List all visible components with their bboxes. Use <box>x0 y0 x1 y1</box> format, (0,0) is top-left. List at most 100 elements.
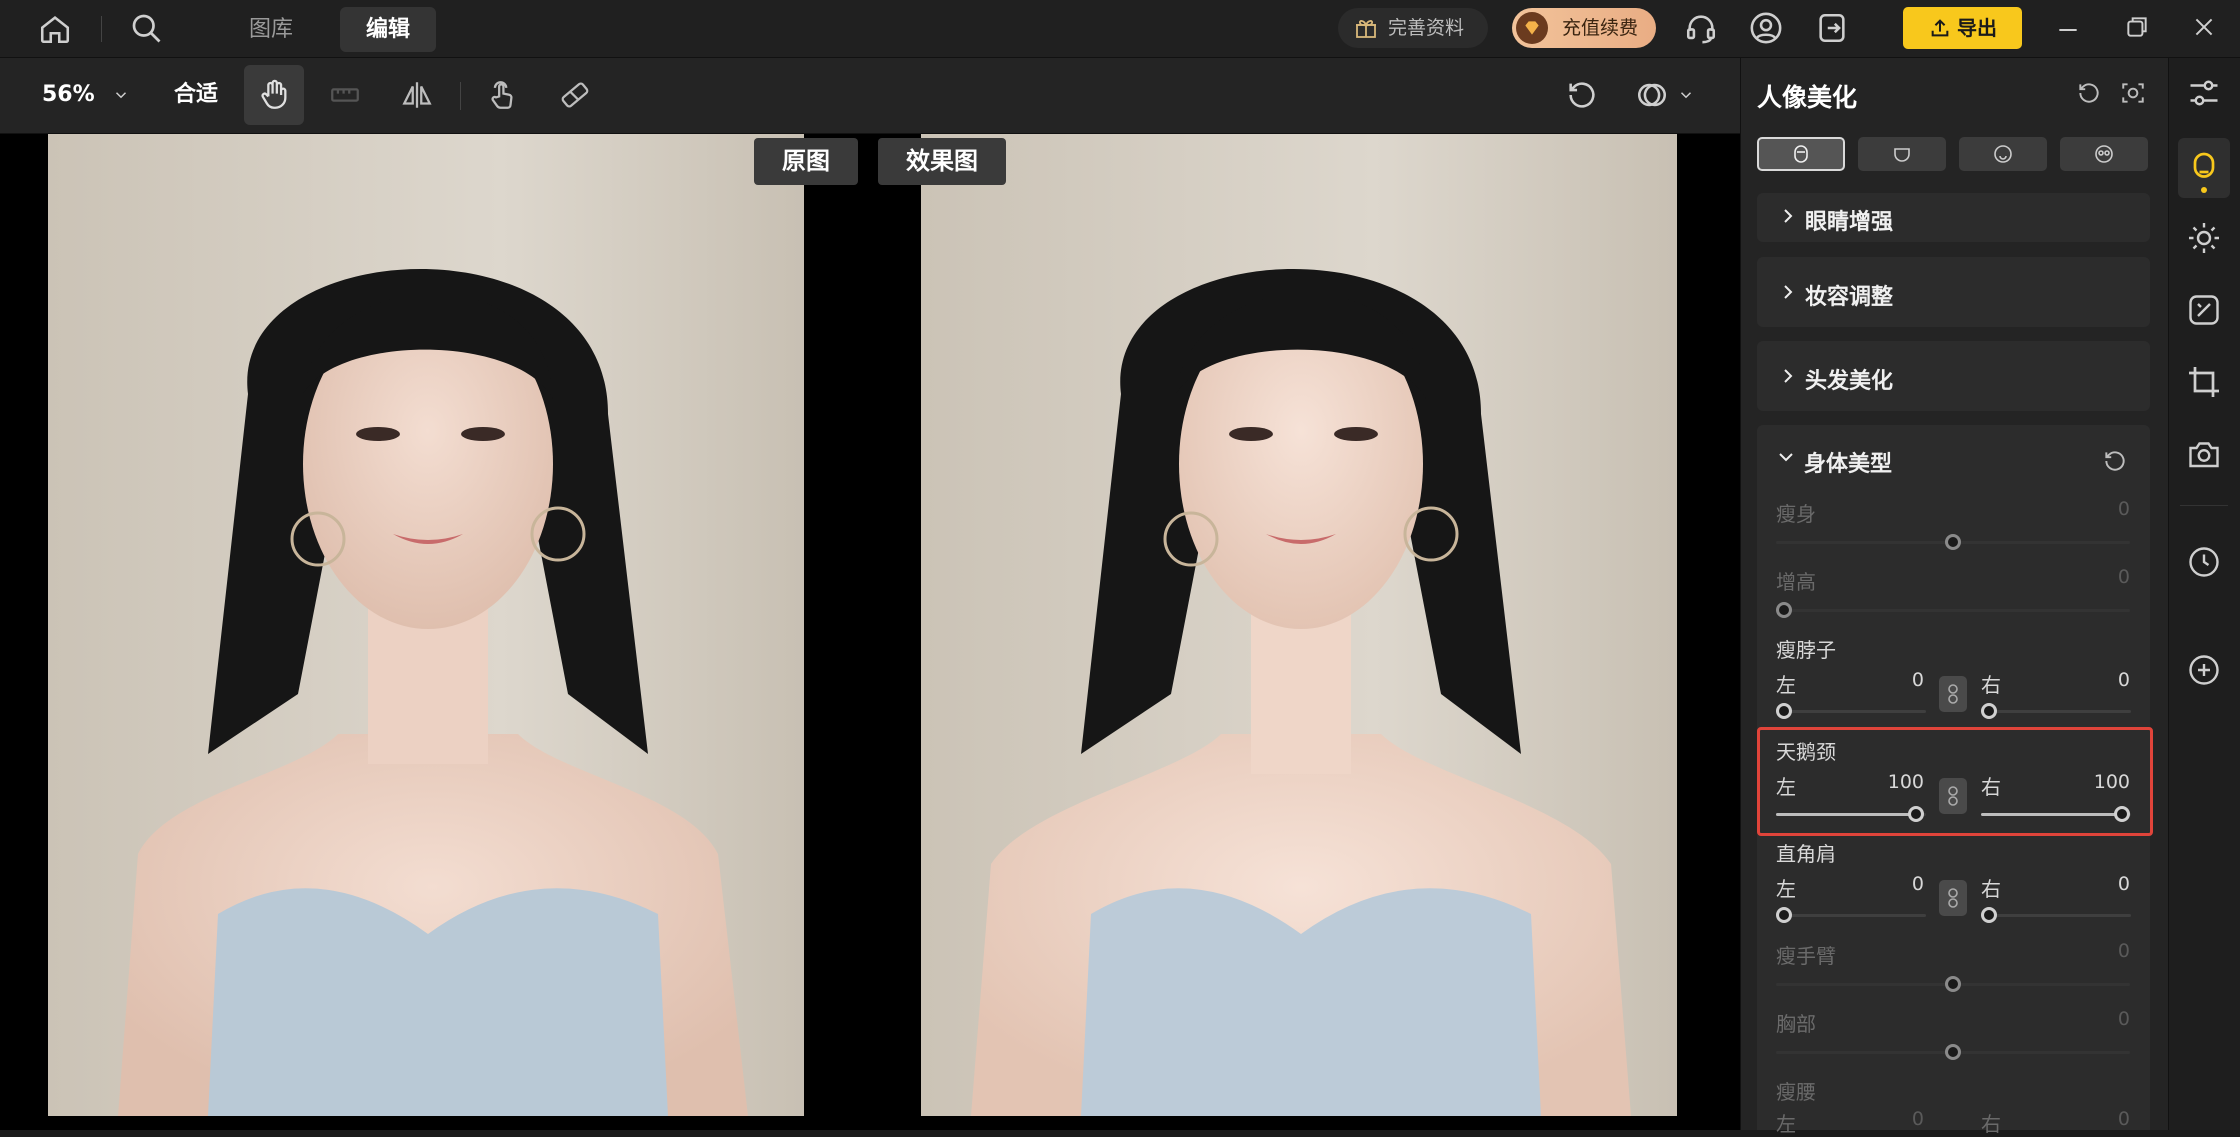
complete-profile-button[interactable]: 完善资料 <box>1338 8 1488 48</box>
heighten-knob[interactable] <box>1776 602 1792 618</box>
link-toggle[interactable] <box>1939 778 1967 814</box>
face-skin-icon <box>1794 145 1808 163</box>
swan-neck-right-knob[interactable] <box>2114 806 2130 822</box>
chevron-down-icon <box>112 86 130 104</box>
flip-button[interactable] <box>387 65 447 125</box>
swan-neck-left-label: 左 <box>1776 775 1796 799</box>
tab-face-skin[interactable] <box>1757 137 1845 171</box>
slim-body-knob[interactable] <box>1945 534 1961 550</box>
heighten-slider[interactable] <box>1776 609 2130 612</box>
body-section-title[interactable]: 身体美型 <box>1804 446 1892 478</box>
section-title: 头发美化 <box>1805 369 1894 394</box>
link-toggle[interactable] <box>1939 676 1967 712</box>
slim-neck-left-slider[interactable] <box>1776 710 1926 713</box>
panel-title: 人像美化 <box>1757 83 1858 112</box>
compare-dropdown[interactable] <box>1625 65 1705 125</box>
divider <box>2180 505 2228 506</box>
swan-neck-left-value: 100 <box>1887 771 1924 793</box>
portrait-face-icon[interactable] <box>2186 148 2222 184</box>
tab-face-shape[interactable] <box>1858 137 1946 171</box>
slim-arm-label: 瘦手臂 <box>1776 944 1836 968</box>
swan-neck-right-value: 100 <box>2093 771 2130 793</box>
square-shoulder-right-knob[interactable] <box>1981 907 1997 923</box>
eraser-icon <box>561 82 589 108</box>
chevron-down-icon[interactable] <box>1777 450 1795 464</box>
divider <box>460 82 461 110</box>
slim-arm-knob[interactable] <box>1945 976 1961 992</box>
minimize-icon[interactable] <box>2055 17 2081 43</box>
body-reset-icon[interactable] <box>2102 448 2128 474</box>
slim-neck-right-knob[interactable] <box>1981 703 1997 719</box>
reset-button[interactable] <box>1552 65 1612 125</box>
touch-tool-button[interactable] <box>472 65 532 125</box>
search-icon[interactable] <box>128 10 164 46</box>
square-shoulder-right-label: 右 <box>1981 877 2001 901</box>
active-dot <box>2201 187 2207 193</box>
square-shoulder-right-slider[interactable] <box>1981 914 2131 917</box>
history-clock-icon[interactable] <box>2186 544 2222 580</box>
chest-knob[interactable] <box>1945 1044 1961 1060</box>
slim-neck-left-label: 左 <box>1776 673 1796 697</box>
swan-neck-left-knob[interactable] <box>1908 806 1924 822</box>
glasses-face-icon <box>2095 145 2113 163</box>
section-title: 妆容调整 <box>1805 285 1894 310</box>
close-icon[interactable] <box>2191 14 2217 40</box>
slim-neck-right-slider[interactable] <box>1981 710 2131 713</box>
slim-waist-left-value: 0 <box>1911 1108 1924 1130</box>
user-icon[interactable] <box>1749 11 1783 45</box>
gift-icon <box>1354 16 1378 40</box>
brightness-icon[interactable] <box>2186 220 2222 256</box>
fit-button[interactable]: 合适 <box>174 78 218 112</box>
face-scan-icon[interactable] <box>2120 80 2146 106</box>
link-toggle[interactable] <box>1939 880 1967 916</box>
slim-neck-right-label: 右 <box>1981 673 2001 697</box>
tab-gallery[interactable]: 图库 <box>223 7 319 52</box>
recharge-label: 充值续费 <box>1562 17 1639 39</box>
slim-waist-right-value: 0 <box>2117 1108 2130 1130</box>
swan-neck-right-fill <box>1981 813 2121 816</box>
upload-icon <box>1929 17 1951 39</box>
slim-neck-label: 瘦脖子 <box>1776 638 1836 662</box>
camera-icon[interactable] <box>2186 436 2222 472</box>
add-icon[interactable] <box>2186 652 2222 688</box>
smile-face-icon <box>1994 145 2012 163</box>
finger-touch-icon <box>491 81 513 109</box>
crop-icon[interactable] <box>2186 364 2222 400</box>
square-shoulder-left-slider[interactable] <box>1776 914 1926 917</box>
home-icon[interactable] <box>38 12 72 46</box>
logout-icon[interactable] <box>1815 11 1849 45</box>
adjust-sliders-icon[interactable] <box>2186 75 2222 111</box>
ruler-tool-button[interactable] <box>315 65 375 125</box>
chevron-right-icon <box>1781 207 1795 225</box>
export-label: 导出 <box>1957 16 1997 40</box>
retouch-brush-icon[interactable] <box>2186 292 2222 328</box>
link-icon <box>1948 888 1958 908</box>
square-shoulder-right-value: 0 <box>2117 873 2130 895</box>
hand-tool-button[interactable] <box>244 65 304 125</box>
section-makeup-adjust[interactable]: 妆容调整 <box>1757 257 2150 327</box>
section-hair-beauty[interactable]: 头发美化 <box>1757 341 2150 411</box>
section-eye-enhance[interactable]: 眼睛增强 <box>1757 193 2150 242</box>
tab-facial-features[interactable] <box>1959 137 2047 171</box>
face-shape-icon <box>1894 148 1910 162</box>
link-icon <box>1948 786 1958 806</box>
panel-reset-icon[interactable] <box>2076 80 2102 106</box>
section-title: 眼睛增强 <box>1805 210 1894 235</box>
slim-neck-left-knob[interactable] <box>1776 703 1792 719</box>
export-button[interactable]: 导出 <box>1903 7 2022 49</box>
eraser-tool-button[interactable] <box>545 65 605 125</box>
tab-makeup[interactable] <box>2060 137 2148 171</box>
restore-icon[interactable] <box>2124 14 2150 40</box>
tab-edit[interactable]: 编辑 <box>340 7 437 52</box>
swan-neck-left-fill <box>1776 813 1916 816</box>
headset-icon[interactable] <box>1684 11 1718 45</box>
chest-value: 0 <box>2117 1008 2130 1030</box>
recharge-button[interactable]: 充值续费 <box>1512 8 1656 48</box>
divider <box>101 16 102 42</box>
swan-neck-label: 天鹅颈 <box>1776 740 1836 764</box>
swan-neck-right-label: 右 <box>1981 775 2001 799</box>
result-image <box>921 134 1677 1116</box>
zoom-dropdown[interactable]: 56% <box>42 78 130 112</box>
zoom-value: 56% <box>42 82 95 107</box>
square-shoulder-left-knob[interactable] <box>1776 907 1792 923</box>
